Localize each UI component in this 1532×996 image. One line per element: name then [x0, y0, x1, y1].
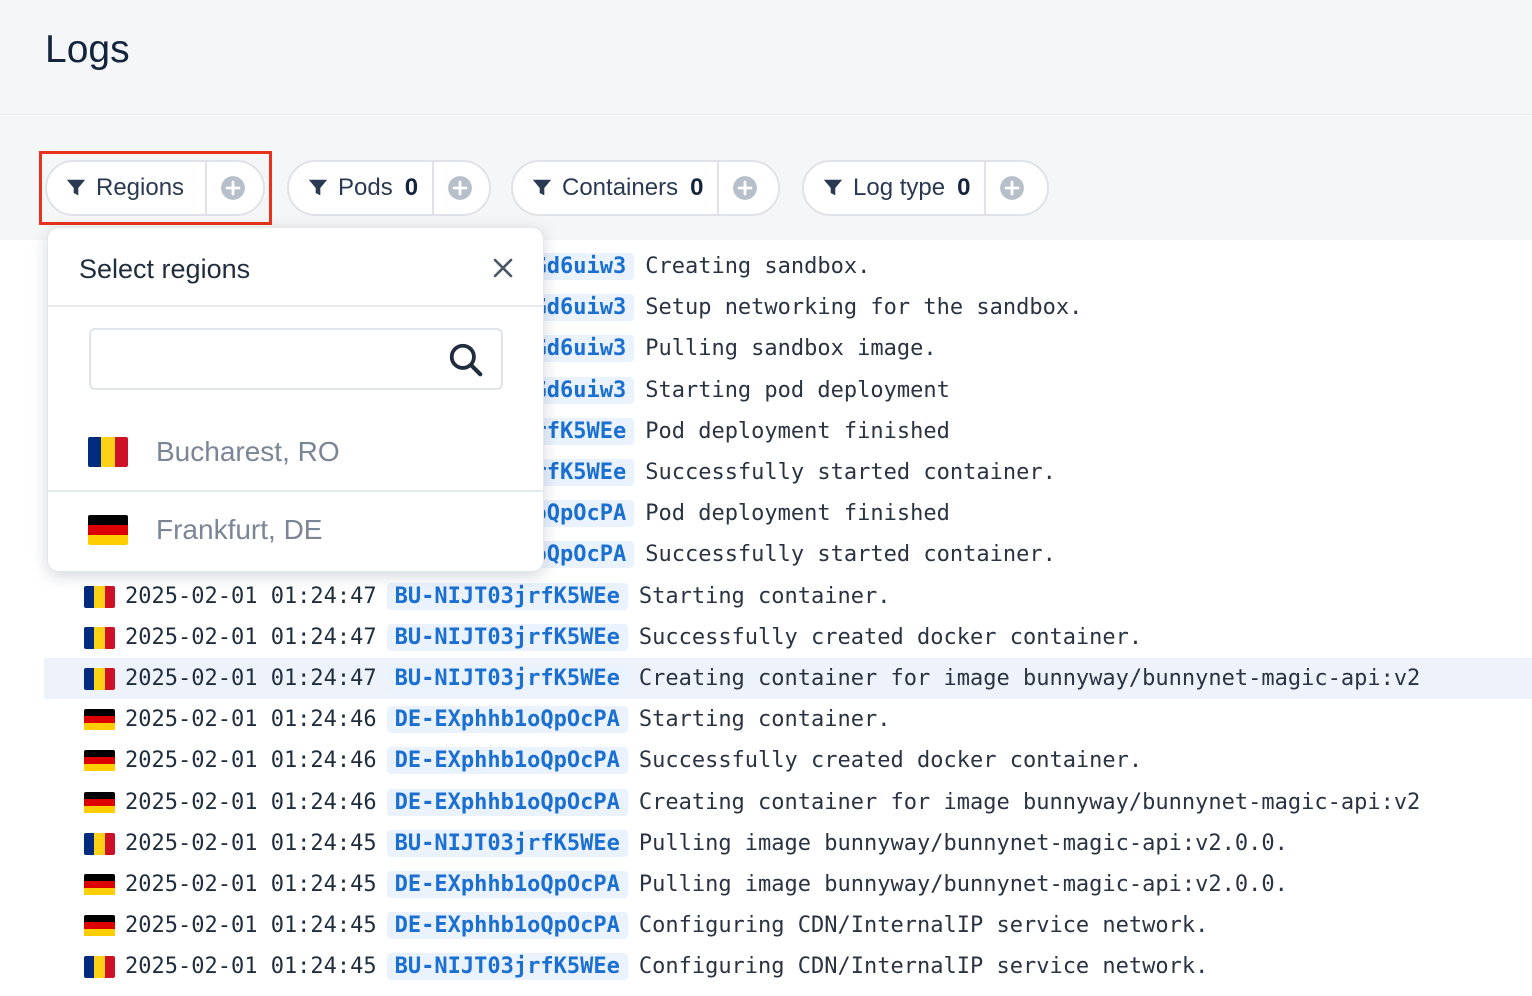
log-message: Pulling sandbox image. — [645, 336, 937, 361]
log-timestamp: 2025-02-01 01:24:46 — [125, 790, 377, 815]
containers-filter-count: 0 — [690, 174, 704, 201]
region-option-label: Frankfurt, DE — [156, 514, 323, 545]
log-message: Pod deployment finished — [645, 419, 950, 444]
romania-flag-icon — [84, 585, 115, 608]
log-message: Pod deployment finished — [645, 501, 950, 526]
add-circle-icon — [1000, 176, 1025, 200]
filter-icon — [308, 179, 328, 196]
log-row[interactable]: 2025-02-01 01:24:46 DE-EXphhb1oQpOcPA Succ… — [44, 740, 1532, 781]
log-row[interactable]: 2025-02-01 01:24:46 DE-EXphhb1oQpOcPA Crea… — [44, 782, 1532, 823]
pod-id-badge[interactable]: DE-EXphhb1oQpOcPA — [386, 912, 628, 939]
log-message: Successfully started container. — [645, 542, 1056, 567]
log-timestamp: 2025-02-01 01:24:46 — [125, 748, 377, 773]
pod-id-badge[interactable]: BU-NIJT03jrfK5WEe — [386, 830, 628, 857]
region-option-label: Bucharest, RO — [156, 436, 340, 467]
region-select-popover: Select regions Bucharest, RO Frankfurt, … — [47, 227, 544, 572]
regions-highlight-box — [39, 151, 272, 225]
log-row[interactable]: 2025-02-01 01:24:47 BU-NIJT03jrfK5WEe Succ… — [44, 617, 1532, 658]
region-search-input[interactable] — [91, 330, 447, 390]
search-icon[interactable] — [447, 341, 485, 379]
germany-flag-icon — [84, 873, 115, 896]
log-message: Creating container for image bunnyway/bu… — [638, 790, 1421, 815]
popover-title: Select regions — [79, 254, 251, 284]
containers-filter-button[interactable]: Containers 0 — [513, 162, 717, 214]
pod-id-badge[interactable]: BU-NIJT03jrfK5WEe — [386, 665, 628, 692]
log-type-filter-count: 0 — [957, 174, 971, 201]
log-message: Creating container for image bunnyway/bu… — [638, 666, 1421, 691]
romania-flag-icon — [84, 832, 115, 855]
pod-id-badge[interactable]: DE-EXphhb1oQpOcPA — [386, 706, 628, 733]
page-title: Logs — [45, 28, 130, 71]
log-message: Pulling image bunnyway/bunnynet-magic-ap… — [638, 872, 1288, 897]
pod-id-badge[interactable]: DE-EXphhb1oQpOcPA — [386, 789, 628, 816]
log-row[interactable]: 2025-02-01 01:24:45 BU-NIJT03jrfK5WEe Pull… — [44, 823, 1532, 864]
add-circle-icon — [733, 176, 758, 200]
filter-icon — [823, 179, 843, 196]
germany-flag-icon — [84, 708, 115, 731]
log-timestamp: 2025-02-01 01:24:45 — [125, 913, 377, 938]
romania-flag-icon — [84, 626, 115, 649]
region-option-frankfurt[interactable]: Frankfurt, DE — [48, 492, 543, 571]
log-message: Starting container. — [638, 707, 891, 732]
add-circle-icon — [448, 176, 472, 200]
log-timestamp: 2025-02-01 01:24:45 — [125, 872, 377, 897]
log-message: Creating sandbox. — [645, 254, 871, 279]
pod-id-badge[interactable]: BU-NIJT03jrfK5WEe — [386, 583, 628, 610]
pods-filter[interactable]: Pods 0 — [287, 160, 491, 216]
romania-flag-icon — [84, 667, 115, 690]
log-row[interactable]: 2025-02-01 01:24:47 BU-NIJT03jrfK5WEe Star… — [44, 576, 1532, 617]
log-message: Starting container. — [638, 584, 891, 609]
log-row[interactable]: 2025-02-01 01:24:45 DE-EXphhb1oQpOcPA Pull… — [44, 864, 1532, 905]
log-type-filter-button[interactable]: Log type 0 — [804, 162, 984, 214]
log-type-add-button[interactable] — [984, 162, 1038, 214]
log-type-filter-label: Log type — [853, 174, 946, 201]
containers-filter[interactable]: Containers 0 — [511, 160, 780, 216]
log-message: Successfully started container. — [645, 460, 1056, 485]
region-search-field — [89, 328, 503, 390]
germany-flag-icon — [84, 749, 115, 772]
log-timestamp: 2025-02-01 01:24:47 — [125, 584, 377, 609]
close-icon[interactable] — [491, 256, 515, 280]
romania-flag-icon — [84, 955, 115, 978]
pod-id-badge[interactable]: BU-NIJT03jrfK5WEe — [386, 953, 628, 980]
log-message: Pulling image bunnyway/bunnynet-magic-ap… — [638, 831, 1288, 856]
containers-filter-label: Containers — [562, 174, 679, 201]
log-message: Successfully created docker container. — [638, 748, 1143, 773]
containers-add-button[interactable] — [717, 162, 771, 214]
log-row[interactable]: 2025-02-01 01:24:45 DE-EXphhb1oQpOcPA Conf… — [44, 905, 1532, 946]
page-header: Logs — [0, 0, 1532, 115]
log-timestamp: 2025-02-01 01:24:45 — [125, 954, 377, 979]
pod-id-badge[interactable]: DE-EXphhb1oQpOcPA — [386, 747, 628, 774]
germany-flag-icon — [88, 515, 128, 545]
log-message: Starting pod deployment — [645, 378, 950, 403]
log-timestamp: 2025-02-01 01:24:47 — [125, 666, 377, 691]
log-row[interactable]: 2025-02-01 01:24:46 DE-EXphhb1oQpOcPA Star… — [44, 699, 1532, 740]
germany-flag-icon — [84, 791, 115, 814]
pod-id-badge[interactable]: BU-NIJT03jrfK5WEe — [386, 624, 628, 651]
romania-flag-icon — [88, 437, 128, 467]
log-timestamp: 2025-02-01 01:24:45 — [125, 831, 377, 856]
filter-icon — [532, 179, 552, 196]
pods-add-button[interactable] — [432, 162, 486, 214]
log-message: Successfully created docker container. — [638, 625, 1143, 650]
log-message: Configuring CDN/InternalIP service netwo… — [638, 913, 1209, 938]
pod-id-badge[interactable]: DE-EXphhb1oQpOcPA — [386, 871, 628, 898]
log-timestamp: 2025-02-01 01:24:46 — [125, 707, 377, 732]
region-option-bucharest[interactable]: Bucharest, RO — [48, 414, 543, 494]
pods-filter-label: Pods — [338, 174, 393, 201]
log-type-filter[interactable]: Log type 0 — [802, 160, 1049, 216]
log-row[interactable]: 2025-02-01 01:24:47 BU-NIJT03jrfK5WEe Crea… — [44, 658, 1532, 699]
log-row[interactable]: 2025-02-01 01:24:45 BU-NIJT03jrfK5WEe Conf… — [44, 946, 1532, 987]
log-message: Setup networking for the sandbox. — [645, 295, 1083, 320]
pods-filter-button[interactable]: Pods 0 — [289, 162, 432, 214]
popover-header: Select regions — [48, 228, 543, 307]
log-timestamp: 2025-02-01 01:24:47 — [125, 625, 377, 650]
log-message: Configuring CDN/InternalIP service netwo… — [638, 954, 1209, 979]
germany-flag-icon — [84, 914, 115, 937]
pods-filter-count: 0 — [404, 174, 419, 201]
